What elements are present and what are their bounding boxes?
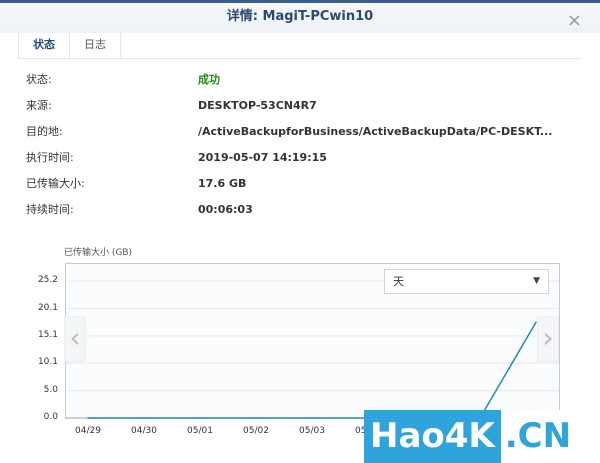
x-tick-label: 05/01 bbox=[187, 426, 213, 436]
detail-label: 状态: bbox=[26, 73, 52, 86]
x-tick-label: 05/02 bbox=[243, 426, 269, 436]
chart-prev-button[interactable]: ‹ bbox=[64, 316, 86, 362]
chart-y-label: 已传输大小 (GB) bbox=[64, 248, 133, 258]
x-tick-label: 04/30 bbox=[131, 426, 157, 436]
close-icon[interactable]: × bbox=[567, 7, 582, 35]
destination-value: /ActiveBackupforBusiness/ActiveBackupDat… bbox=[198, 125, 553, 138]
chevron-right-icon: › bbox=[542, 321, 554, 354]
detail-label: 目的地: bbox=[26, 125, 63, 138]
x-tick-label: 05/03 bbox=[299, 426, 325, 436]
detail-label: 执行时间: bbox=[26, 151, 74, 164]
exec-time-value: 2019-05-07 14:19:15 bbox=[198, 151, 327, 164]
tab-status[interactable]: 状态 bbox=[18, 33, 70, 58]
y-tick-label: 15.1 bbox=[37, 329, 58, 340]
detail-label: 已传输大小: bbox=[26, 177, 85, 190]
source-value: DESKTOP-53CN4R7 bbox=[198, 99, 317, 112]
title-bar: 详情: MagiT-PCwin10 × bbox=[0, 3, 600, 33]
period-select[interactable]: 天 ▼ bbox=[384, 269, 549, 294]
status-value: 成功 bbox=[198, 73, 220, 86]
duration-value: 00:06:03 bbox=[198, 203, 253, 216]
detail-label: 持续时间: bbox=[26, 203, 74, 216]
detail-label: 来源: bbox=[26, 99, 52, 112]
watermark-left: Hao4K bbox=[364, 410, 501, 463]
y-tick-label: 0.0 bbox=[43, 412, 58, 422]
tab-bar: 状态 日志 bbox=[18, 33, 582, 59]
tab-log[interactable]: 日志 bbox=[70, 33, 121, 58]
watermark: Hao4K .CN bbox=[364, 410, 600, 463]
x-tick-label: 04/29 bbox=[75, 426, 101, 436]
y-tick-label: 20.1 bbox=[37, 302, 58, 313]
watermark-right: .CN bbox=[500, 410, 572, 463]
y-tick-label: 10.1 bbox=[37, 357, 58, 368]
period-select-value: 天 bbox=[393, 275, 404, 288]
chevron-left-icon: ‹ bbox=[69, 321, 81, 354]
chart-next-button[interactable]: › bbox=[537, 316, 559, 362]
window-title: 详情: MagiT-PCwin10 bbox=[226, 9, 374, 24]
chevron-down-icon: ▼ bbox=[533, 276, 540, 286]
transferred-value: 17.6 GB bbox=[198, 177, 247, 190]
y-tick-label: 25.2 bbox=[37, 274, 58, 285]
y-tick-label: 5.0 bbox=[43, 384, 58, 395]
